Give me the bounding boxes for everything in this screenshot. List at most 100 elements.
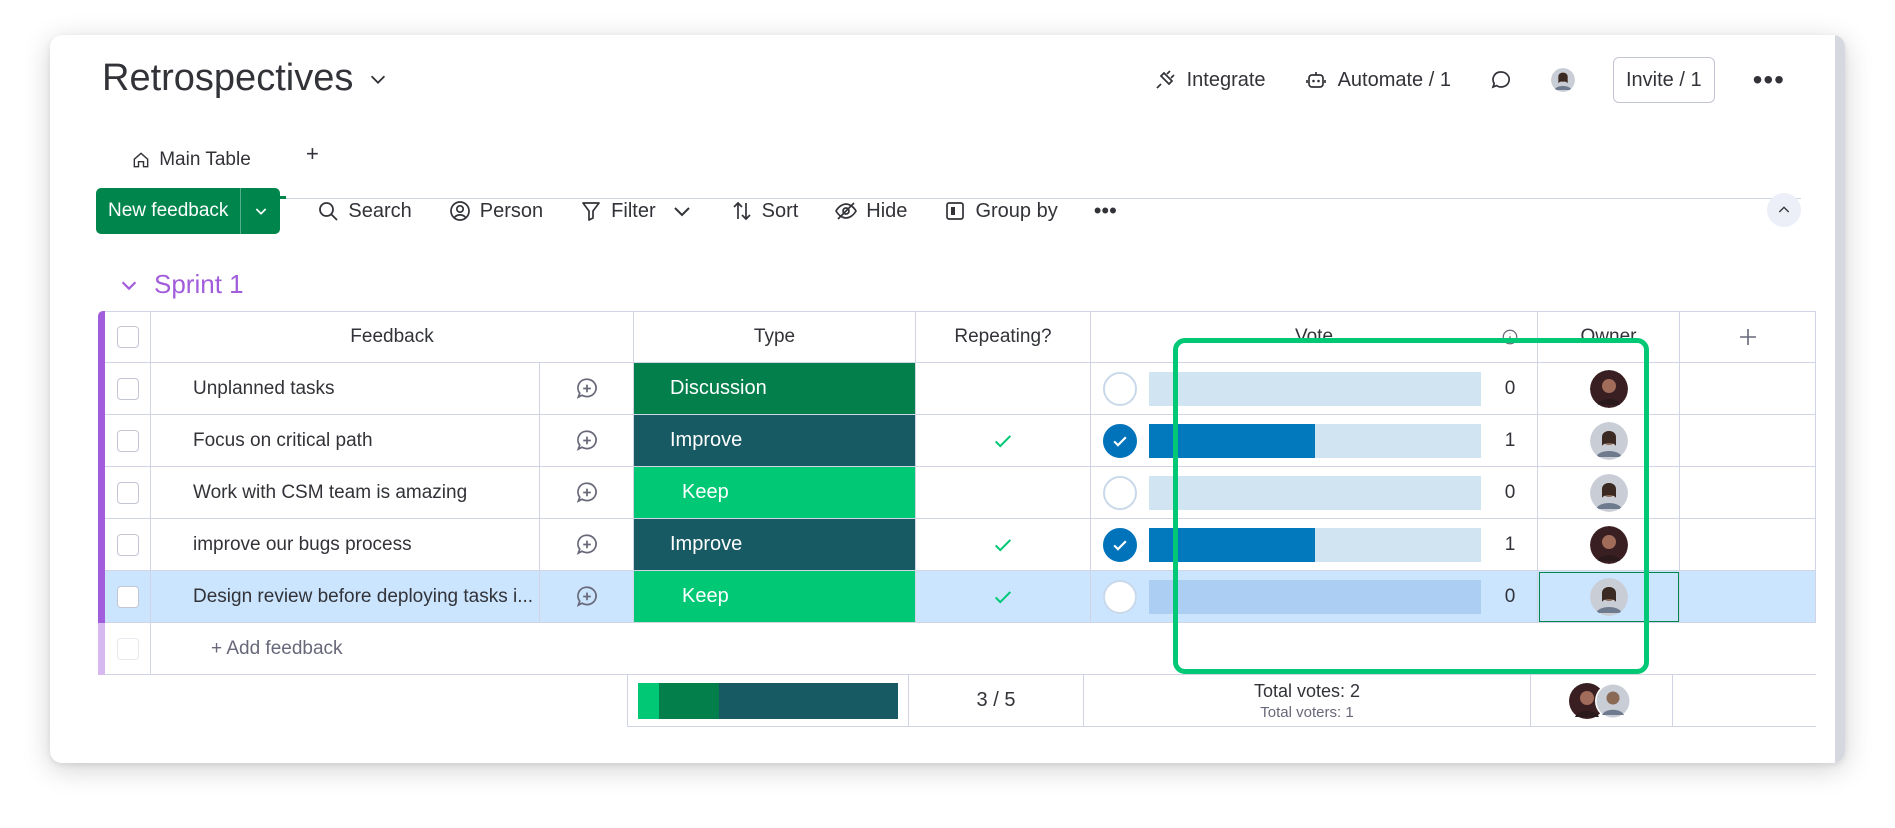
item-name[interactable]: Design review before deploying tasks i..…: [193, 586, 533, 608]
item-name[interactable]: Unplanned tasks: [193, 378, 335, 400]
column-header-vote[interactable]: Vote: [1091, 311, 1538, 363]
item-name-cell[interactable]: improve our bugs process: [151, 519, 579, 571]
toolbar-more-icon[interactable]: •••: [1094, 198, 1117, 224]
tab-main-table[interactable]: Main Table: [96, 123, 286, 199]
add-row-checkbox: [116, 637, 139, 660]
row-checkbox-cell: [105, 467, 151, 519]
vote-toggle[interactable]: [1103, 371, 1137, 406]
type-status-cell[interactable]: Keep: [634, 571, 916, 623]
repeating-cell[interactable]: [916, 363, 1091, 415]
sort-button[interactable]: Sort: [730, 199, 798, 223]
table-row[interactable]: Work with CSM team is amazing Keep 0: [105, 467, 1816, 519]
info-icon[interactable]: [1501, 328, 1519, 346]
item-updates-cell[interactable]: [539, 519, 634, 571]
row-checkbox[interactable]: [116, 481, 139, 504]
column-header-feedback[interactable]: Feedback: [151, 311, 634, 363]
chevron-down-icon[interactable]: [367, 68, 389, 90]
empty-cell: [1680, 363, 1816, 415]
item-updates-cell[interactable]: [539, 571, 634, 623]
item-updates-cell[interactable]: [539, 415, 634, 467]
person-filter-button[interactable]: Person: [448, 199, 543, 223]
updates-button[interactable]: [1489, 68, 1513, 92]
item-name-cell[interactable]: Unplanned tasks: [151, 363, 579, 415]
vote-toggle[interactable]: [1103, 423, 1137, 458]
add-update-icon[interactable]: [574, 480, 600, 506]
collapse-header-button[interactable]: [1767, 193, 1801, 227]
vote-toggle[interactable]: [1103, 475, 1137, 510]
type-status-label: Improve: [670, 533, 743, 555]
add-update-icon[interactable]: [574, 532, 600, 558]
user-avatar-button[interactable]: [1550, 68, 1575, 92]
group-title[interactable]: Sprint 1: [154, 269, 244, 300]
group-by-button[interactable]: Group by: [943, 199, 1058, 223]
board-title[interactable]: Retrospectives: [102, 57, 389, 100]
invite-button[interactable]: Invite / 1: [1612, 57, 1715, 103]
repeating-cell[interactable]: [916, 415, 1091, 467]
add-column-button[interactable]: [1680, 311, 1816, 363]
chevron-down-icon[interactable]: [118, 274, 140, 296]
item-name-cell[interactable]: Work with CSM team is amazing: [151, 467, 579, 519]
item-name-cell[interactable]: Focus on critical path: [151, 415, 579, 467]
automate-button[interactable]: Automate / 1: [1304, 68, 1451, 92]
item-name-cell[interactable]: Design review before deploying tasks i..…: [151, 571, 579, 623]
more-options-icon[interactable]: •••: [1753, 66, 1785, 94]
owners-avatar-stack[interactable]: [1567, 681, 1637, 721]
owner-avatar[interactable]: [1589, 577, 1628, 616]
vote-cell: 0: [1091, 467, 1538, 519]
owner-cell[interactable]: [1538, 467, 1680, 519]
owner-avatar[interactable]: [1589, 525, 1628, 564]
new-item-button[interactable]: New feedback: [96, 188, 281, 234]
row-checkbox[interactable]: [116, 585, 139, 608]
vote-toggle[interactable]: [1103, 527, 1137, 562]
table-row[interactable]: Focus on critical path Improve 1: [105, 415, 1816, 467]
add-update-icon[interactable]: [574, 376, 600, 402]
row-checkbox[interactable]: [116, 429, 139, 452]
vote-toggle[interactable]: [1103, 579, 1137, 614]
item-name[interactable]: improve our bugs process: [193, 534, 412, 556]
add-item-input[interactable]: + Add feedback: [153, 623, 343, 675]
item-updates-cell[interactable]: [539, 363, 634, 415]
select-all-checkbox[interactable]: [116, 326, 139, 348]
table-row[interactable]: improve our bugs process Improve 1: [105, 519, 1816, 571]
owner-cell[interactable]: [1538, 571, 1680, 623]
row-checkbox[interactable]: [116, 533, 139, 556]
item-name[interactable]: Focus on critical path: [193, 430, 373, 452]
vote-count: 0: [1504, 481, 1516, 503]
type-status-cell[interactable]: Keep: [634, 467, 916, 519]
filter-button[interactable]: Filter: [579, 199, 656, 223]
new-item-dropdown[interactable]: [240, 188, 280, 234]
table-row[interactable]: Design review before deploying tasks i..…: [105, 571, 1816, 623]
owner-cell[interactable]: [1538, 415, 1680, 467]
column-header-type[interactable]: Type: [634, 311, 916, 363]
add-update-icon[interactable]: [574, 584, 600, 610]
owner-avatar[interactable]: [1589, 473, 1628, 512]
add-update-icon[interactable]: [574, 428, 600, 454]
owner-avatar[interactable]: [1589, 369, 1628, 408]
repeating-cell[interactable]: [916, 519, 1091, 571]
item-updates-cell[interactable]: [539, 467, 634, 519]
search-button[interactable]: Search: [316, 199, 412, 223]
repeating-cell[interactable]: [916, 467, 1091, 519]
column-header-repeating[interactable]: Repeating?: [916, 311, 1091, 363]
item-name[interactable]: Work with CSM team is amazing: [193, 482, 467, 504]
table-row[interactable]: Unplanned tasks Discussion 0: [105, 363, 1816, 415]
owner-cell[interactable]: [1538, 363, 1680, 415]
type-status-cell[interactable]: Discussion: [634, 363, 916, 415]
group-header[interactable]: Sprint 1: [118, 269, 244, 300]
type-distribution-bar[interactable]: [638, 682, 898, 719]
integrate-button[interactable]: Integrate: [1153, 68, 1266, 92]
owner-cell[interactable]: [1538, 519, 1680, 571]
new-item-label[interactable]: New feedback: [96, 188, 240, 234]
type-status-cell[interactable]: Improve: [634, 519, 916, 571]
type-distribution-segment: [638, 682, 659, 719]
filter-dropdown[interactable]: [670, 199, 694, 223]
owner-avatar[interactable]: [1589, 421, 1628, 460]
chevron-down-icon: [255, 208, 267, 215]
type-status-cell[interactable]: Improve: [634, 415, 916, 467]
column-header-owner[interactable]: Owner: [1538, 311, 1680, 363]
row-checkbox[interactable]: [116, 377, 139, 400]
hide-button[interactable]: Hide: [834, 199, 907, 223]
add-view-button[interactable]: +: [306, 141, 319, 167]
repeating-cell[interactable]: [916, 571, 1091, 623]
scrollbar[interactable]: [1835, 35, 1845, 763]
